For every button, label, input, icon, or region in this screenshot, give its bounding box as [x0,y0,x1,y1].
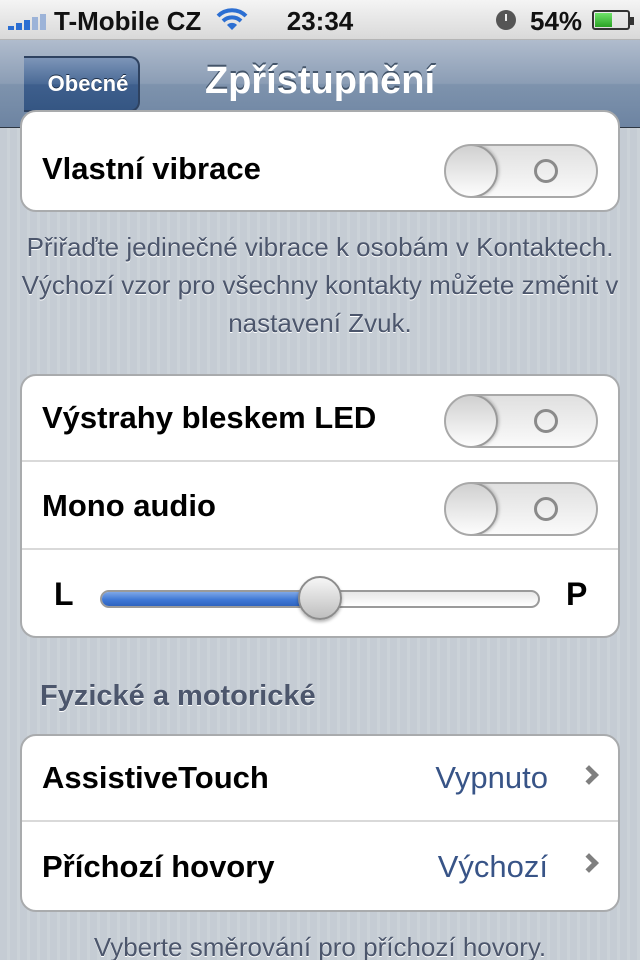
toggle-off-indicator [534,409,558,433]
row-value: Vypnuto [435,760,548,795]
row-value: Výchozí [437,849,548,884]
battery-icon [592,10,634,30]
battery-percentage: 54% [530,6,583,36]
chevron-right-icon [579,765,599,785]
mono-audio-row: Mono audio [22,464,618,550]
row-label: Výstrahy bleskem LED [42,400,377,435]
custom-vibration-group: Vlastní vibrace [20,110,620,212]
battery-fill [595,13,613,27]
balance-slider-fill [102,592,322,606]
hearing-group: Výstrahy bleskem LED Mono audio L P [20,374,620,638]
custom-vibration-row: Vlastní vibrace [22,126,618,210]
led-flash-alerts-toggle[interactable] [444,394,598,448]
toggle-off-indicator [534,497,558,521]
page-title: Zpřístupnění [204,60,436,102]
row-label: Mono audio [42,488,216,523]
custom-vibration-toggle[interactable] [444,144,598,198]
balance-left-label: L [54,576,74,612]
toggle-off-indicator [534,159,558,183]
row-label: Příchozí hovory [42,849,275,884]
incoming-calls-row[interactable]: Příchozí hovory Výchozí [22,824,618,910]
physical-motor-group: AssistiveTouch Vypnuto Příchozí hovory V… [20,734,620,912]
assistivetouch-row[interactable]: AssistiveTouch Vypnuto [22,736,618,822]
row-label: Vlastní vibrace [42,151,261,186]
row-label: AssistiveTouch [42,760,269,795]
audio-balance-slider-row: L P [22,552,618,636]
toggle-knob [446,396,498,446]
alarm-clock-icon [496,10,516,30]
balance-slider-knob[interactable] [298,576,342,620]
led-flash-alerts-row: Výstrahy bleskem LED [22,376,618,462]
status-bar: T-Mobile CZ 23:34 54% [0,0,640,40]
toggle-knob [446,484,498,534]
balance-right-label: P [566,576,588,612]
incoming-calls-footnote: Vyberte směrování pro příchozí hovory. [93,932,547,960]
mono-audio-toggle[interactable] [444,482,598,536]
chevron-right-icon [579,853,599,873]
section-header-physical: Fyzické a motorické [40,680,316,712]
custom-vibration-footnote: Přiřaďte jedinečné vibrace k osobám v Ko… [21,232,619,338]
toggle-knob [446,146,498,196]
